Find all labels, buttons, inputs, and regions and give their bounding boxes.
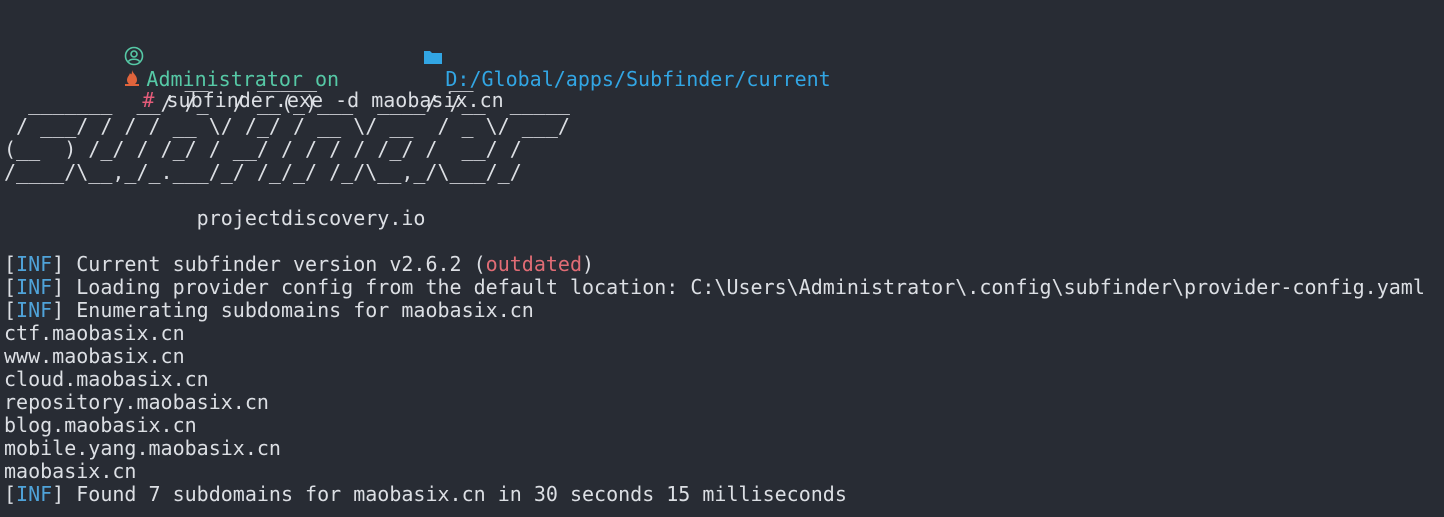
log-line-config: [INF] Loading provider config from the d… [4, 275, 1425, 299]
inf-tag: INF [16, 482, 53, 506]
inf-tag: INF [16, 252, 53, 276]
log-line-found: [INF] Found 7 subdomains for maobasix.cn… [4, 482, 847, 506]
log-line-enumerating: [INF] Enumerating subdomains for maobasi… [4, 298, 534, 322]
inf-tag: INF [16, 298, 53, 322]
subdomain-item: ctf.maobasix.cn [4, 321, 185, 345]
subdomain-item: mobile.yang.maobasix.cn [4, 436, 281, 460]
log-line-version: [INF] Current subfinder version v2.6.2 (… [4, 252, 595, 276]
subdomain-item: cloud.maobasix.cn [4, 367, 209, 391]
subdomain-item: repository.maobasix.cn [4, 390, 269, 414]
outdated-status: outdated [485, 252, 582, 276]
subdomain-item: blog.maobasix.cn [4, 413, 197, 437]
banner-site: projectdiscovery.io [4, 206, 426, 230]
inf-tag: INF [16, 275, 53, 299]
subdomain-item: maobasix.cn [4, 459, 137, 483]
prompt-line: Administrator on D:/Global/apps/Subfinde… [4, 0, 1444, 91]
banner-line: / ___/ / / / __ \/ /_/ / __ \/ __ / _ \/… [4, 114, 570, 138]
banner-line: /____/\__,_/_.___/_/ /_/_/ /_/\__,_/\___… [4, 160, 522, 184]
subdomain-item: www.maobasix.cn [4, 344, 185, 368]
banner-line: (__ ) /_/ / /_/ / __/ / / / / /_/ / __/ … [4, 137, 522, 161]
banner-line: _______ __/ /_ / __(_)___ ____/ /__ ____… [4, 91, 570, 115]
terminal-window[interactable]: Administrator on D:/Global/apps/Subfinde… [0, 0, 1444, 506]
